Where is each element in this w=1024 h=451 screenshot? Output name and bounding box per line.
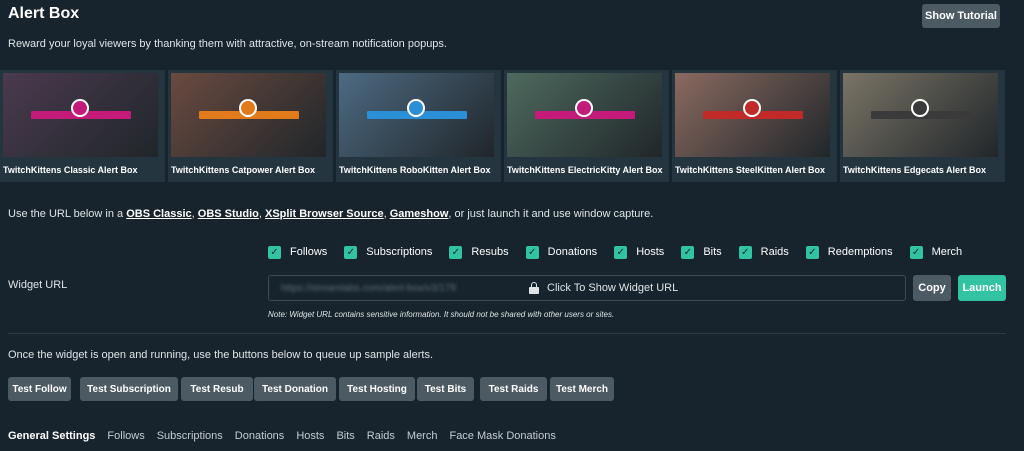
theme-label: TwitchKittens RoboKitten Alert Box	[339, 165, 491, 175]
divider	[8, 333, 1006, 334]
theme-thumbnail	[339, 73, 494, 157]
tab-hosts[interactable]: Hosts	[296, 430, 324, 444]
test-donation-button[interactable]: Test Donation	[254, 377, 336, 401]
cat-badge-icon	[407, 99, 425, 117]
tab-bits[interactable]: Bits	[336, 430, 354, 444]
checkbox-label: Raids	[760, 246, 789, 258]
copy-button[interactable]: Copy	[913, 275, 951, 301]
check-icon: ✓	[738, 245, 752, 259]
checkbox-subscriptions[interactable]: ✓ Subscriptions	[344, 244, 432, 260]
theme-thumbnail	[3, 73, 158, 157]
test-hosting-button[interactable]: Test Hosting	[339, 377, 415, 401]
settings-tabs: General Settings Follows Subscriptions D…	[8, 430, 568, 444]
queue-instructions: Once the widget is open and running, use…	[8, 349, 434, 361]
cat-badge-icon	[911, 99, 929, 117]
checkbox-raids[interactable]: ✓ Raids	[738, 244, 789, 260]
cat-badge-icon	[239, 99, 257, 117]
check-icon: ✓	[681, 245, 695, 259]
theme-thumbnail	[843, 73, 998, 157]
test-merch-button[interactable]: Test Merch	[550, 377, 614, 401]
checkbox-label: Redemptions	[827, 246, 893, 258]
checkbox-label: Donations	[547, 246, 598, 258]
show-widget-url-text: Click To Show Widget URL	[547, 282, 679, 294]
show-tutorial-button[interactable]: Show Tutorial	[922, 4, 1000, 28]
theme-thumbnail	[507, 73, 662, 157]
theme-label: TwitchKittens Edgecats Alert Box	[843, 165, 987, 175]
widget-url-label: Widget URL	[8, 279, 68, 291]
theme-card-steelkitten[interactable]: TwitchKittens SteelKitten Alert Box	[672, 70, 837, 182]
checkbox-redemptions[interactable]: ✓ Redemptions	[805, 244, 893, 260]
page-title: Alert Box	[8, 5, 80, 22]
cat-badge-icon	[743, 99, 761, 117]
checkbox-bits[interactable]: ✓ Bits	[681, 244, 722, 260]
theme-card-classic[interactable]: TwitchKittens Classic Alert Box	[0, 70, 165, 182]
alert-type-checkboxes: ✓ Follows ✓ Subscriptions ✓ Resubs ✓ Donatio…	[268, 244, 979, 260]
test-follow-button[interactable]: Test Follow	[8, 377, 71, 401]
link-obs-classic[interactable]: OBS Classic	[126, 208, 191, 220]
check-icon: ✓	[344, 245, 358, 259]
check-icon: ✓	[805, 245, 819, 259]
test-bits-button[interactable]: Test Bits	[417, 377, 474, 401]
theme-gallery: TwitchKittens Classic Alert Box TwitchKi…	[0, 70, 1024, 182]
theme-card-catpower[interactable]: TwitchKittens Catpower Alert Box	[168, 70, 333, 182]
test-resub-button[interactable]: Test Resub	[181, 377, 253, 401]
check-icon: ✓	[909, 245, 923, 259]
cat-badge-icon	[575, 99, 593, 117]
checkbox-follows[interactable]: ✓ Follows	[268, 244, 327, 260]
theme-label: TwitchKittens Classic Alert Box	[3, 165, 138, 175]
theme-thumbnail	[171, 73, 326, 157]
check-icon: ✓	[268, 245, 281, 259]
lock-icon	[529, 282, 539, 294]
test-raids-button[interactable]: Test Raids	[480, 377, 547, 401]
link-gameshow[interactable]: Gameshow	[390, 208, 449, 220]
checkbox-label: Resubs	[471, 246, 509, 258]
check-icon: ✓	[525, 245, 539, 259]
url-instructions: Use the URL below in a OBS Classic, OBS …	[8, 208, 653, 220]
theme-label: TwitchKittens ElectricKitty Alert Box	[507, 165, 663, 175]
checkbox-donations[interactable]: ✓ Donations	[525, 244, 598, 260]
checkbox-label: Follows	[290, 246, 328, 258]
theme-card-robokitten[interactable]: TwitchKittens RoboKitten Alert Box	[336, 70, 501, 182]
url-instructions-prefix: Use the URL below in a	[8, 208, 127, 220]
check-icon: ✓	[449, 245, 463, 259]
tab-merch[interactable]: Merch	[407, 430, 438, 444]
checkbox-hosts[interactable]: ✓ Hosts	[614, 244, 664, 260]
page-subtitle: Reward your loyal viewers by thanking th…	[8, 38, 447, 50]
hidden-url-text: https://streamlabs.com/alert-box/v3/179	[281, 282, 457, 294]
theme-thumbnail	[675, 73, 830, 157]
widget-url-field[interactable]: https://streamlabs.com/alert-box/v3/179 …	[268, 275, 906, 301]
link-xsplit[interactable]: XSplit Browser Source	[265, 208, 384, 220]
checkbox-merch[interactable]: ✓ Merch	[909, 244, 963, 260]
tab-follows[interactable]: Follows	[107, 430, 144, 444]
tab-subscriptions[interactable]: Subscriptions	[157, 430, 223, 444]
tab-donations[interactable]: Donations	[235, 430, 285, 444]
widget-url-note: Note: Widget URL contains sensitive info…	[268, 310, 615, 319]
theme-card-edgecats[interactable]: TwitchKittens Edgecats Alert Box	[840, 70, 1005, 182]
tab-face-mask-donations[interactable]: Face Mask Donations	[449, 430, 555, 444]
checkbox-resubs[interactable]: ✓ Resubs	[449, 244, 509, 260]
checkbox-label: Hosts	[636, 246, 665, 258]
checkbox-label: Subscriptions	[366, 246, 433, 258]
launch-button[interactable]: Launch	[958, 275, 1006, 301]
url-instructions-suffix: , or just launch it and use window captu…	[448, 208, 654, 220]
tab-general-settings[interactable]: General Settings	[8, 430, 95, 444]
theme-label: TwitchKittens Catpower Alert Box	[171, 165, 316, 175]
link-obs-studio[interactable]: OBS Studio	[198, 208, 259, 220]
tab-raids[interactable]: Raids	[367, 430, 395, 444]
theme-card-electrickitty[interactable]: TwitchKittens ElectricKitty Alert Box	[504, 70, 669, 182]
cat-badge-icon	[71, 99, 89, 117]
test-subscription-button[interactable]: Test Subscription	[80, 377, 178, 401]
theme-label: TwitchKittens SteelKitten Alert Box	[675, 165, 826, 175]
checkbox-label: Merch	[931, 246, 963, 258]
checkbox-label: Bits	[703, 246, 722, 258]
check-icon: ✓	[614, 245, 628, 259]
